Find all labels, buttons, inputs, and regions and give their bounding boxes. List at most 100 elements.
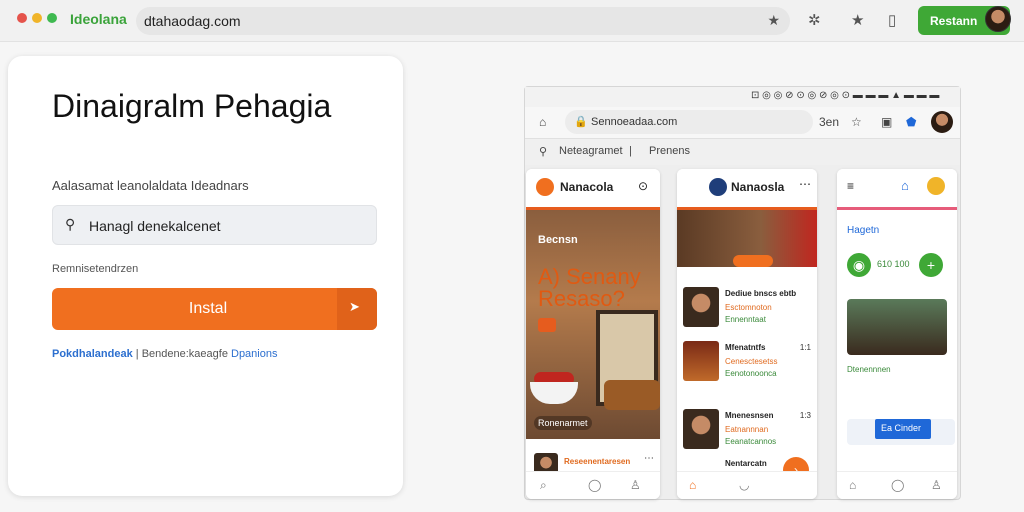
list-title: Mfenatntfs (725, 343, 766, 352)
favorites-icon[interactable]: ★ (851, 11, 864, 29)
list-title: Nentarcatn (725, 459, 767, 468)
install-card: Dinaigralm Pehagia Aalasamat leanolaldat… (8, 56, 403, 496)
nav-lock-icon[interactable]: ⌂ (849, 478, 856, 492)
list-item[interactable]: Mnenesnsen Eatnannnan Eeanatcannos 1:3 (683, 409, 811, 455)
mock-avatar[interactable] (931, 111, 953, 133)
phone2-title: Nanaosla (731, 180, 785, 194)
install-button[interactable]: Instal ➤ (52, 288, 377, 330)
bowl-image (530, 382, 578, 404)
phone-preview-2: Nanaosla ⋯ Dediue bnscs ebtb Esctomnoton… (677, 169, 817, 499)
list-thumb (683, 287, 719, 327)
nav-circle-icon[interactable]: ◯ (588, 478, 601, 492)
add-button[interactable]: + (919, 253, 943, 277)
phone3-photo (847, 299, 947, 355)
mock-tab-icon[interactable]: ▣ (881, 115, 892, 129)
extensions-icon[interactable]: ✲ (808, 11, 821, 29)
nav-circle-icon[interactable]: ◯ (891, 478, 904, 492)
link-middle[interactable]: Bendene:kaeagfe (142, 348, 228, 360)
page-subtitle: Aalasamat leanolaldata Ideadnars (52, 178, 249, 193)
clock-icon[interactable]: ⊙ (638, 179, 648, 193)
mock-nav-bar: ⌂ 🔒 Sennoeadaa.com 3en ☆ ▣ ⬟ (525, 107, 960, 139)
list-count: 1:3 (799, 411, 811, 420)
list-count: 1:1 (799, 343, 811, 352)
nav-profile-icon[interactable]: ♙ (630, 478, 641, 492)
list-sub: Eatnannnan (725, 425, 769, 434)
close-window-dot[interactable] (17, 13, 27, 23)
list-thumb (683, 341, 719, 381)
list-meta: Ennenntaat (725, 315, 766, 324)
nav-search-icon[interactable]: ⌕ (540, 478, 547, 493)
recommend-label: Remnisetendrzen (52, 263, 139, 275)
phone3-button-label: Ea Cinder (881, 423, 922, 433)
mock-status-bar: ⊡ ◎ ◎ ⊘ ⊙ ◎ ⊘ ◎ ⊙ ▬ ▬ ▬ ▲ ▬ ▬ ▬ (525, 87, 960, 107)
bookmark-star-icon[interactable]: ★ (767, 12, 780, 29)
list-meta: Eeanatcannos (725, 437, 777, 446)
breadcrumb-first[interactable]: Neteagramet (559, 145, 623, 157)
status-icons: ⊡ ◎ ◎ ⊘ ⊙ ◎ ⊘ ◎ ⊙ ▬ ▬ ▬ ▲ ▬ ▬ ▬ (751, 90, 940, 101)
notification-icon[interactable] (927, 177, 945, 195)
mock-url-text: Sennoeadaa.com (591, 116, 678, 128)
link-first[interactable]: Pokdhalandeak (52, 348, 133, 360)
app-preview-window: ⊡ ◎ ◎ ⊘ ⊙ ◎ ⊘ ◎ ⊙ ▬ ▬ ▬ ▲ ▬ ▬ ▬ ⌂ 🔒 Senn… (524, 86, 961, 500)
hero-caption: Ronenarmet (534, 416, 592, 430)
list-title: Mnenesnsen (725, 411, 774, 420)
list-item[interactable]: Mfenatntfs Cenesctesetss Eenotonoonca 1:… (683, 341, 811, 387)
nav-chat-icon[interactable]: ◡ (739, 478, 749, 492)
menu-icon[interactable]: ≡ (847, 179, 854, 193)
url-text[interactable]: dtahaodag.com (144, 13, 241, 29)
phone2-header: Nanaosla ⋯ (677, 169, 817, 205)
link-last[interactable]: Dpanions (231, 348, 277, 360)
bookmark-icon[interactable]: ▯ (888, 11, 896, 29)
minimize-window-dot[interactable] (32, 13, 42, 23)
green-icon-button[interactable]: ◉ (847, 253, 871, 277)
search-input[interactable]: ⚲ Hanagl denekalcenet (52, 205, 377, 245)
share-icon: ➤ (349, 299, 360, 314)
maximize-window-dot[interactable] (47, 13, 57, 23)
mock-breadcrumb: ⚲ Neteagramet | Prenens (525, 139, 960, 165)
nav-profile-icon[interactable]: ♙ (931, 478, 942, 492)
mock-star-icon[interactable]: ☆ (851, 115, 862, 129)
hero-headline: A) Senany Resaso? (538, 264, 641, 311)
mock-shield-icon[interactable]: ⬟ (906, 115, 916, 129)
more-icon[interactable]: ⋯ (799, 177, 811, 191)
site-brand[interactable]: Ideolana (70, 11, 127, 27)
mock-search-icon[interactable]: ⚲ (539, 145, 547, 158)
phone1-header: Nanacola ⊙ (526, 169, 660, 205)
list-sub: Cenesctesetss (725, 357, 778, 366)
phone3-action-button[interactable]: Ea Cinder (875, 419, 931, 439)
hero-chip (538, 318, 556, 332)
hero-tag: Becnsn (538, 234, 578, 246)
phone3-section: Hagetn (847, 225, 880, 236)
cake-image (604, 380, 660, 410)
footer-name: Reseenentaresen (564, 457, 631, 466)
phone3-header: ≡ ⌂ (837, 169, 957, 205)
list-title: Dediue bnscs ebtb (725, 289, 797, 298)
list-sub: Esctomnoton (725, 303, 772, 312)
home-icon[interactable]: ⌂ (901, 178, 909, 193)
install-options-button[interactable]: ➤ (337, 288, 377, 330)
mock-nav-label[interactable]: 3en (819, 115, 839, 129)
list-item[interactable]: Dediue bnscs ebtb Esctomnoton Ennenntaat (683, 287, 811, 333)
phone3-food-text: Dtenennnen (847, 365, 891, 374)
breadcrumb-sep: | (629, 145, 632, 157)
footer-links: Pokdhalandeak | Bendene:kaeagfe Dpanions (52, 348, 278, 360)
phone-preview-1: Nanacola ⊙ Becnsn A) Senany Resaso? Rone… (526, 169, 660, 499)
search-icon: ⚲ (65, 216, 76, 232)
breadcrumb-second[interactable]: Prenens (649, 145, 690, 157)
phone3-bottom-nav: ⌂ ◯ ♙ (837, 471, 957, 499)
lock-icon: 🔒 (574, 116, 588, 128)
address-bar[interactable]: dtahaodag.com ★ (136, 7, 790, 35)
app-logo-icon (536, 178, 554, 196)
phone1-hero: Becnsn A) Senany Resaso? Ronenarmet (526, 207, 660, 439)
page-title: Dinaigralm Pehagia (52, 88, 332, 124)
mock-address-bar[interactable]: 🔒 Sennoeadaa.com (565, 110, 813, 134)
list-thumb (683, 409, 719, 449)
phone1-title: Nanacola (560, 180, 614, 194)
user-avatar[interactable] (985, 6, 1011, 32)
nav-home-icon[interactable]: ⌂ (689, 478, 696, 492)
home-icon[interactable]: ⌂ (539, 115, 546, 129)
browser-toolbar: Ideolana dtahaodag.com ★ ✲ ★ ▯ Restann (0, 0, 1024, 42)
banner-chip[interactable] (733, 255, 773, 267)
more-icon[interactable]: ⋯ (644, 453, 654, 464)
search-value[interactable]: Hanagl denekalcenet (89, 218, 221, 234)
